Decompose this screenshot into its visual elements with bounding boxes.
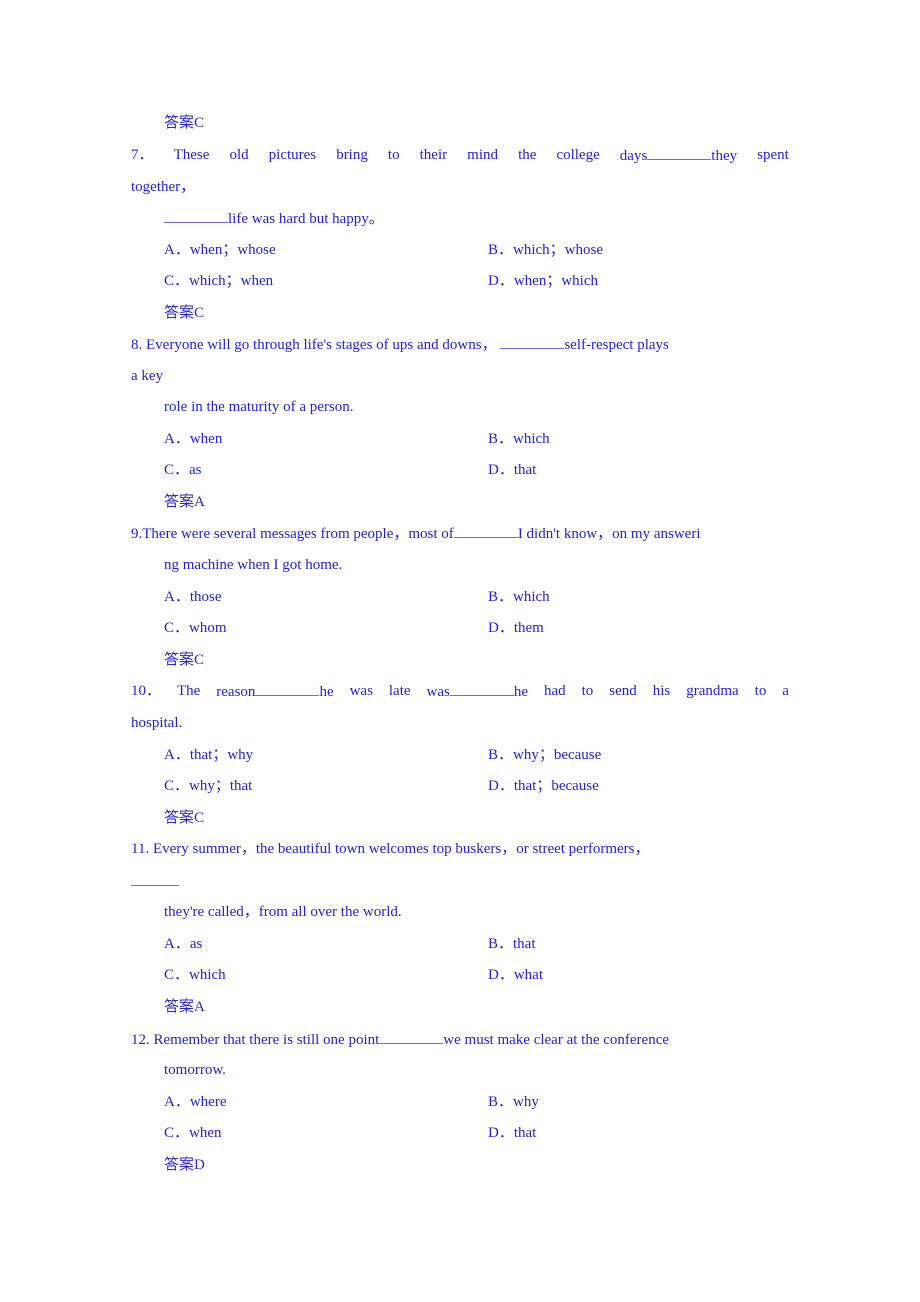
stem-word: to — [754, 683, 767, 699]
question-stem: 11. Every summer，the beautiful town welc… — [131, 839, 649, 859]
option-c: C．which；when — [164, 273, 274, 289]
stem-word: the — [518, 147, 537, 163]
question-number: 9. — [131, 526, 143, 542]
option-d: D．them — [488, 620, 544, 636]
question-number: 10． — [131, 683, 162, 699]
stem-word: mind — [467, 147, 499, 163]
option-b: B．which；whose — [488, 242, 603, 258]
option-b: B．that — [488, 936, 536, 952]
stem-word: to — [387, 147, 400, 163]
stem-text: Everyone will go through life's stages o… — [146, 337, 497, 353]
question-stem: 10． The reason he was late was he had to send his gr… — [131, 681, 789, 701]
stem-word: to — [581, 683, 594, 699]
stem-text: we must make clear at the conference — [443, 1032, 670, 1048]
stem-word-with-blank: reason he — [216, 681, 333, 701]
stem-word: late — [388, 683, 411, 699]
option-c: C．when — [164, 1125, 222, 1141]
stem-text: Remember that there is still one point — [153, 1032, 380, 1048]
answer-blank — [500, 334, 565, 349]
stem-text: Every summer，the beautiful town welcomes… — [152, 841, 650, 857]
option-d: D．that — [488, 462, 537, 478]
option-c: C．as — [164, 462, 202, 478]
option-a: A．where — [164, 1094, 227, 1110]
stem-word: spent — [757, 147, 789, 163]
stem-word: their — [419, 147, 448, 163]
option-d: D．what — [488, 967, 543, 983]
option-a: A．when — [164, 431, 223, 447]
option-b: B．why；because — [488, 747, 602, 763]
question-stem: 7． These old pictures bring to their mind the col… — [131, 145, 789, 165]
question-number: 8. — [131, 337, 143, 353]
stem-text: I didn't know，on my answeri — [517, 526, 701, 542]
question-number: 12. — [131, 1032, 150, 1048]
answer-label: 答案C — [164, 810, 205, 826]
stem-text: There were several messages from people，… — [142, 526, 454, 542]
option-b: B．why — [488, 1094, 539, 1110]
stem-word: grandma — [686, 683, 739, 699]
stem-word-with-blank: was he — [427, 681, 529, 701]
question-stem: 8. Everyone will go through life's stage… — [131, 334, 669, 354]
stem-word: bring — [336, 147, 368, 163]
stem-word: college — [556, 147, 600, 163]
answer-blank — [647, 145, 712, 160]
answer-blank — [453, 523, 518, 538]
stem-word: send — [609, 683, 637, 699]
option-c: C．why；that — [164, 778, 253, 794]
option-b: B．which — [488, 589, 550, 605]
option-a: A．those — [164, 589, 222, 605]
stem-text: life was hard but happy。 — [228, 211, 384, 227]
option-d: D．when；which — [488, 273, 598, 289]
answer-blank — [131, 871, 179, 886]
question-stem-continued: ng machine when I got home. — [164, 557, 343, 573]
answer-label: 答案C — [164, 305, 205, 321]
option-c: C．which — [164, 967, 226, 983]
answer-blank — [379, 1029, 444, 1044]
answer-blank — [164, 208, 228, 223]
option-c: C．whom — [164, 620, 227, 636]
question-stem-continued: hospital. — [131, 715, 183, 731]
question-stem-continued: they're called，from all over the world. — [164, 904, 402, 920]
answer-label: 答案D — [164, 1157, 205, 1173]
stem-word: a — [782, 683, 789, 699]
option-a: A．as — [164, 936, 203, 952]
question-number: 7． — [131, 147, 154, 163]
answer-blank — [255, 681, 320, 696]
stem-word: his — [652, 683, 671, 699]
option-b: B．which — [488, 431, 550, 447]
stem-word: had — [543, 683, 566, 699]
answer-blank — [449, 681, 514, 696]
option-a: A．when；whose — [164, 242, 276, 258]
question-stem-continued: life was hard but happy。 — [164, 208, 384, 228]
answer-label: 答案C — [164, 652, 205, 668]
answer-label: 答案A — [164, 494, 205, 510]
question-stem: 12. Remember that there is still one poi… — [131, 1029, 669, 1049]
stem-words: These — [173, 147, 210, 163]
stem-word: old — [229, 147, 249, 163]
document-page: 答案C 7． These old pictures bring to their mind th… — [0, 0, 920, 1302]
option-d: D．that — [488, 1125, 537, 1141]
stem-word: The — [176, 683, 201, 699]
question-stem-continued: a key — [131, 368, 164, 384]
stem-word: pictures — [268, 147, 317, 163]
stem-word-with-blank: days they — [620, 145, 737, 165]
question-stem-continued: role in the maturity of a person. — [164, 399, 354, 415]
question-stem-continued: together， — [131, 179, 196, 195]
answer-label: 答案A — [164, 999, 205, 1015]
question-number: 11. — [131, 841, 150, 857]
option-a: A．that；why — [164, 747, 254, 763]
question-stem-continued: tomorrow. — [164, 1062, 226, 1078]
question-stem: 9.There were several messages from peopl… — [131, 523, 701, 543]
stem-word: was — [349, 683, 373, 699]
answer-label: 答案C — [164, 115, 205, 131]
option-d: D．that；because — [488, 778, 599, 794]
stem-text: self-respect plays — [564, 337, 669, 353]
question-stem-continued — [131, 871, 179, 891]
